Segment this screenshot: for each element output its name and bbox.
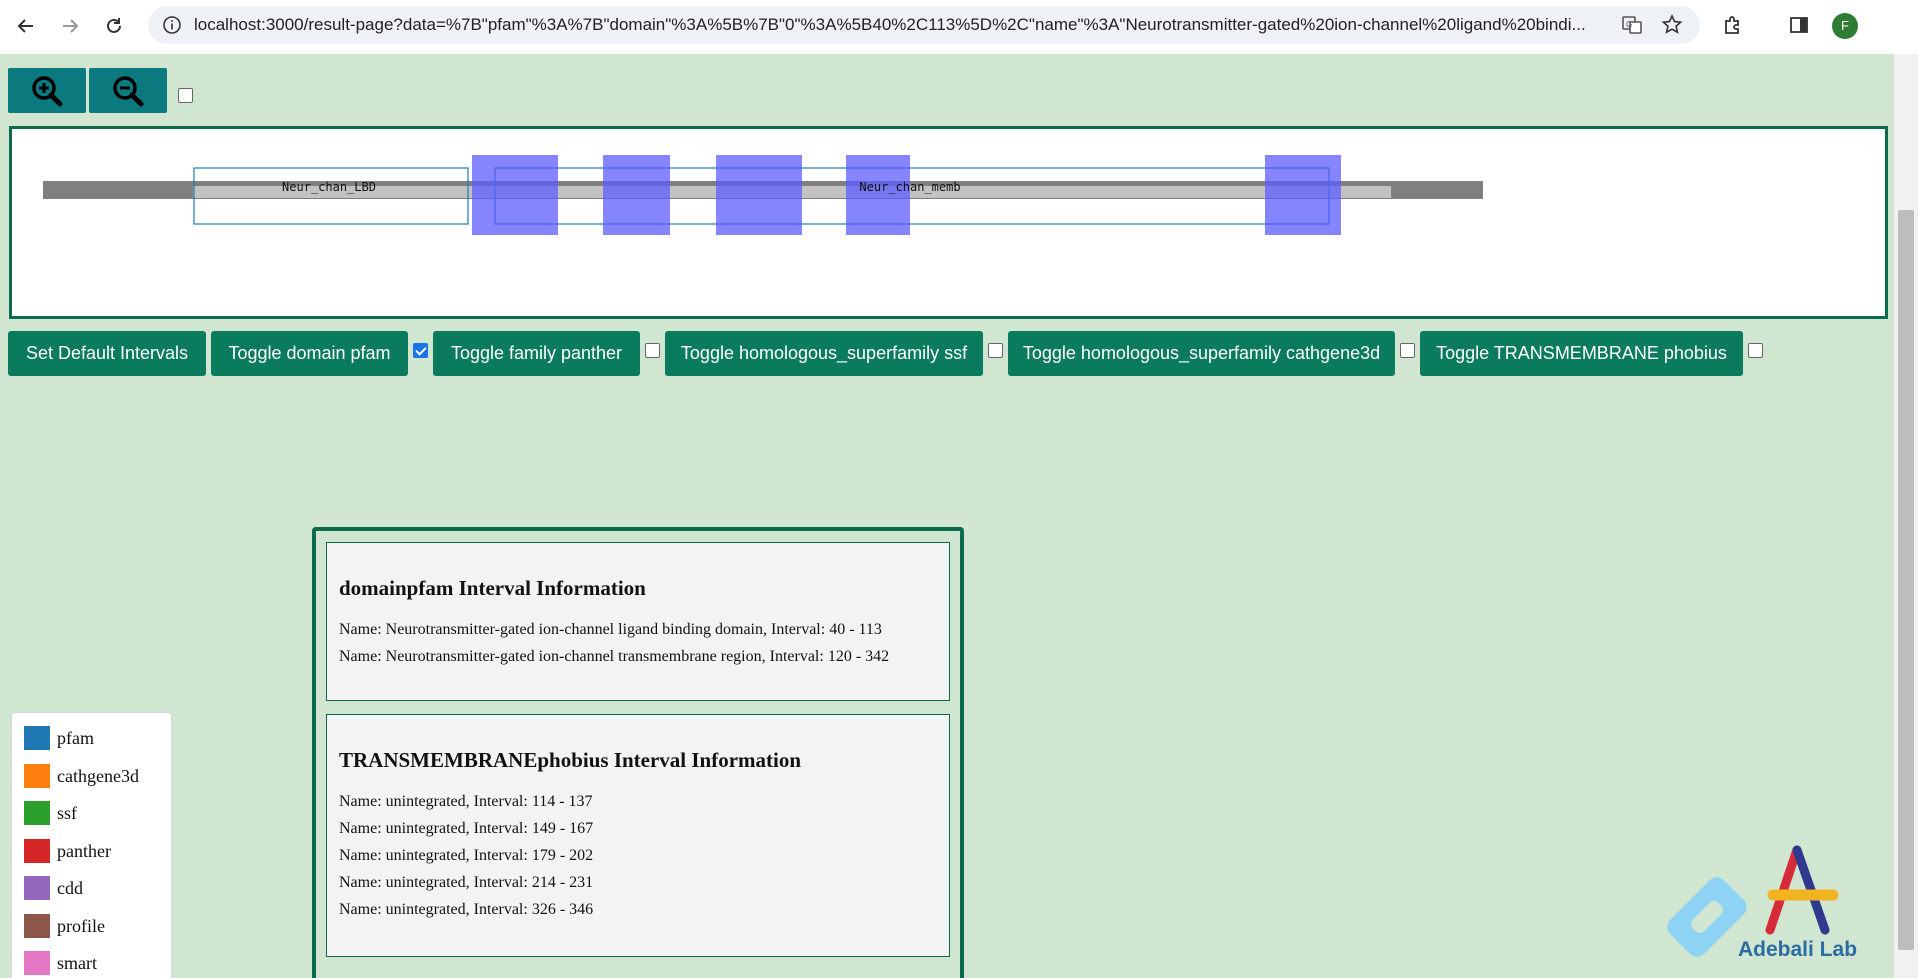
zoom-checkbox[interactable]	[178, 88, 193, 103]
transmembrane-interval-title: TRANSMEMBRANEphobius Interval Informatio…	[339, 748, 802, 772]
transmembrane-interval-line: Name: unintegrated, Interval: 179 - 202	[339, 847, 594, 864]
interval-info-panel: domainpfam Interval Information Name: Ne…	[312, 527, 964, 978]
legend-label: smart	[57, 952, 97, 973]
toggle-transmembrane-phobius-checkbox[interactable]	[1748, 343, 1763, 358]
forward-arrow-icon	[63, 19, 79, 33]
back-button[interactable]	[8, 8, 44, 44]
toggle-ssf-button[interactable]: Toggle homologous_superfamily ssf	[665, 331, 983, 376]
toggle-domain-pfam-checkbox[interactable]	[413, 343, 428, 358]
toggle-family-panther-checkbox[interactable]	[645, 343, 660, 358]
color-legend: pfam cathgene3d ssf panther cdd profile …	[11, 712, 172, 978]
legend-swatch	[24, 801, 50, 825]
legend-item-pfam: pfam	[24, 725, 94, 751]
bookmark-star-icon[interactable]	[1660, 13, 1684, 37]
protein-domain-viewer[interactable]: Neur_chan_LBD Neur_chan_memb	[9, 126, 1888, 319]
legend-item-profile: profile	[24, 913, 105, 939]
legend-label: profile	[57, 915, 105, 936]
page-scrollbar[interactable]	[1894, 54, 1918, 978]
transmembrane-segment-5[interactable]	[1265, 155, 1341, 235]
legend-label: panther	[57, 840, 111, 861]
reload-icon	[107, 18, 121, 33]
zoom-in-icon	[32, 75, 63, 106]
transmembrane-interval-line: Name: unintegrated, Interval: 326 - 346	[339, 901, 594, 918]
legend-label: cdd	[57, 877, 83, 898]
forward-button[interactable]	[52, 8, 88, 44]
domain-label-memb: Neur_chan_memb	[859, 180, 960, 194]
transmembrane-segment-4[interactable]	[846, 155, 910, 235]
toggle-cathgene3d-checkbox[interactable]	[1400, 343, 1415, 358]
side-panel-icon	[1790, 17, 1808, 33]
toggle-family-panther-button[interactable]: Toggle family panther	[433, 331, 640, 376]
pfam-interval-card: domainpfam Interval Information Name: Ne…	[326, 542, 950, 701]
profile-avatar[interactable]: F	[1832, 13, 1858, 39]
svg-text:G: G	[1626, 20, 1632, 29]
toggle-transmembrane-phobius-button[interactable]: Toggle TRANSMEMBRANE phobius	[1420, 331, 1743, 376]
legend-label: ssf	[57, 802, 78, 823]
site-info-icon[interactable]	[162, 15, 182, 35]
reload-button[interactable]	[96, 8, 132, 44]
back-arrow-icon	[17, 19, 33, 33]
toggle-domain-pfam-button[interactable]: Toggle domain pfam	[211, 331, 408, 376]
transmembrane-segment-2[interactable]	[603, 155, 670, 235]
pfam-interval-line: Name: Neurotransmitter-gated ion-channel…	[339, 648, 890, 665]
legend-item-cdd: cdd	[24, 875, 83, 901]
transmembrane-segment-1[interactable]	[472, 155, 558, 235]
transmembrane-interval-line: Name: unintegrated, Interval: 214 - 231	[339, 874, 594, 891]
legend-swatch	[24, 876, 50, 900]
zoom-out-icon	[113, 75, 144, 106]
browser-toolbar: localhost:3000/result-page?data=%7B"pfam…	[0, 0, 1918, 54]
puzzle-icon	[1725, 16, 1739, 34]
translate-icon[interactable]: G	[1620, 13, 1644, 37]
legend-item-panther: panther	[24, 838, 111, 864]
domain-label-lbd: Neur_chan_LBD	[282, 180, 376, 194]
legend-swatch	[24, 914, 50, 938]
legend-label: cathgene3d	[57, 765, 139, 786]
side-panel-button[interactable]	[1784, 10, 1814, 40]
legend-swatch	[24, 726, 50, 750]
legend-swatch	[24, 951, 50, 975]
legend-swatch	[24, 764, 50, 788]
transmembrane-segment-3[interactable]	[716, 155, 802, 235]
pfam-interval-title: domainpfam Interval Information	[339, 576, 646, 600]
transmembrane-interval-card: TRANSMEMBRANEphobius Interval Informatio…	[326, 714, 950, 957]
zoom-out-button[interactable]	[89, 68, 167, 113]
legend-item-ssf: ssf	[24, 800, 77, 826]
extensions-button[interactable]	[1718, 10, 1748, 40]
zoom-in-button[interactable]	[8, 68, 86, 113]
address-bar[interactable]: localhost:3000/result-page?data=%7B"pfam…	[148, 6, 1700, 44]
pfam-interval-line: Name: Neurotransmitter-gated ion-channel…	[339, 621, 882, 638]
protein-track-svg: Neur_chan_LBD Neur_chan_memb	[43, 155, 1483, 235]
legend-item-cathgene3d: cathgene3d	[24, 763, 139, 789]
legend-item-smart: smart	[24, 950, 97, 976]
logo-text: Adebali Lab	[1738, 938, 1858, 961]
scrollbar-thumb[interactable]	[1898, 210, 1914, 950]
legend-swatch	[24, 839, 50, 863]
toggle-cathgene3d-button[interactable]: Toggle homologous_superfamily cathgene3d	[1008, 331, 1395, 376]
transmembrane-interval-line: Name: unintegrated, Interval: 149 - 167	[339, 820, 594, 837]
legend-label: pfam	[57, 727, 94, 748]
set-default-intervals-button[interactable]: Set Default Intervals	[8, 331, 206, 376]
toggle-ssf-checkbox[interactable]	[988, 343, 1003, 358]
url-text[interactable]: localhost:3000/result-page?data=%7B"pfam…	[194, 6, 1614, 44]
transmembrane-interval-line: Name: unintegrated, Interval: 114 - 137	[339, 793, 593, 810]
